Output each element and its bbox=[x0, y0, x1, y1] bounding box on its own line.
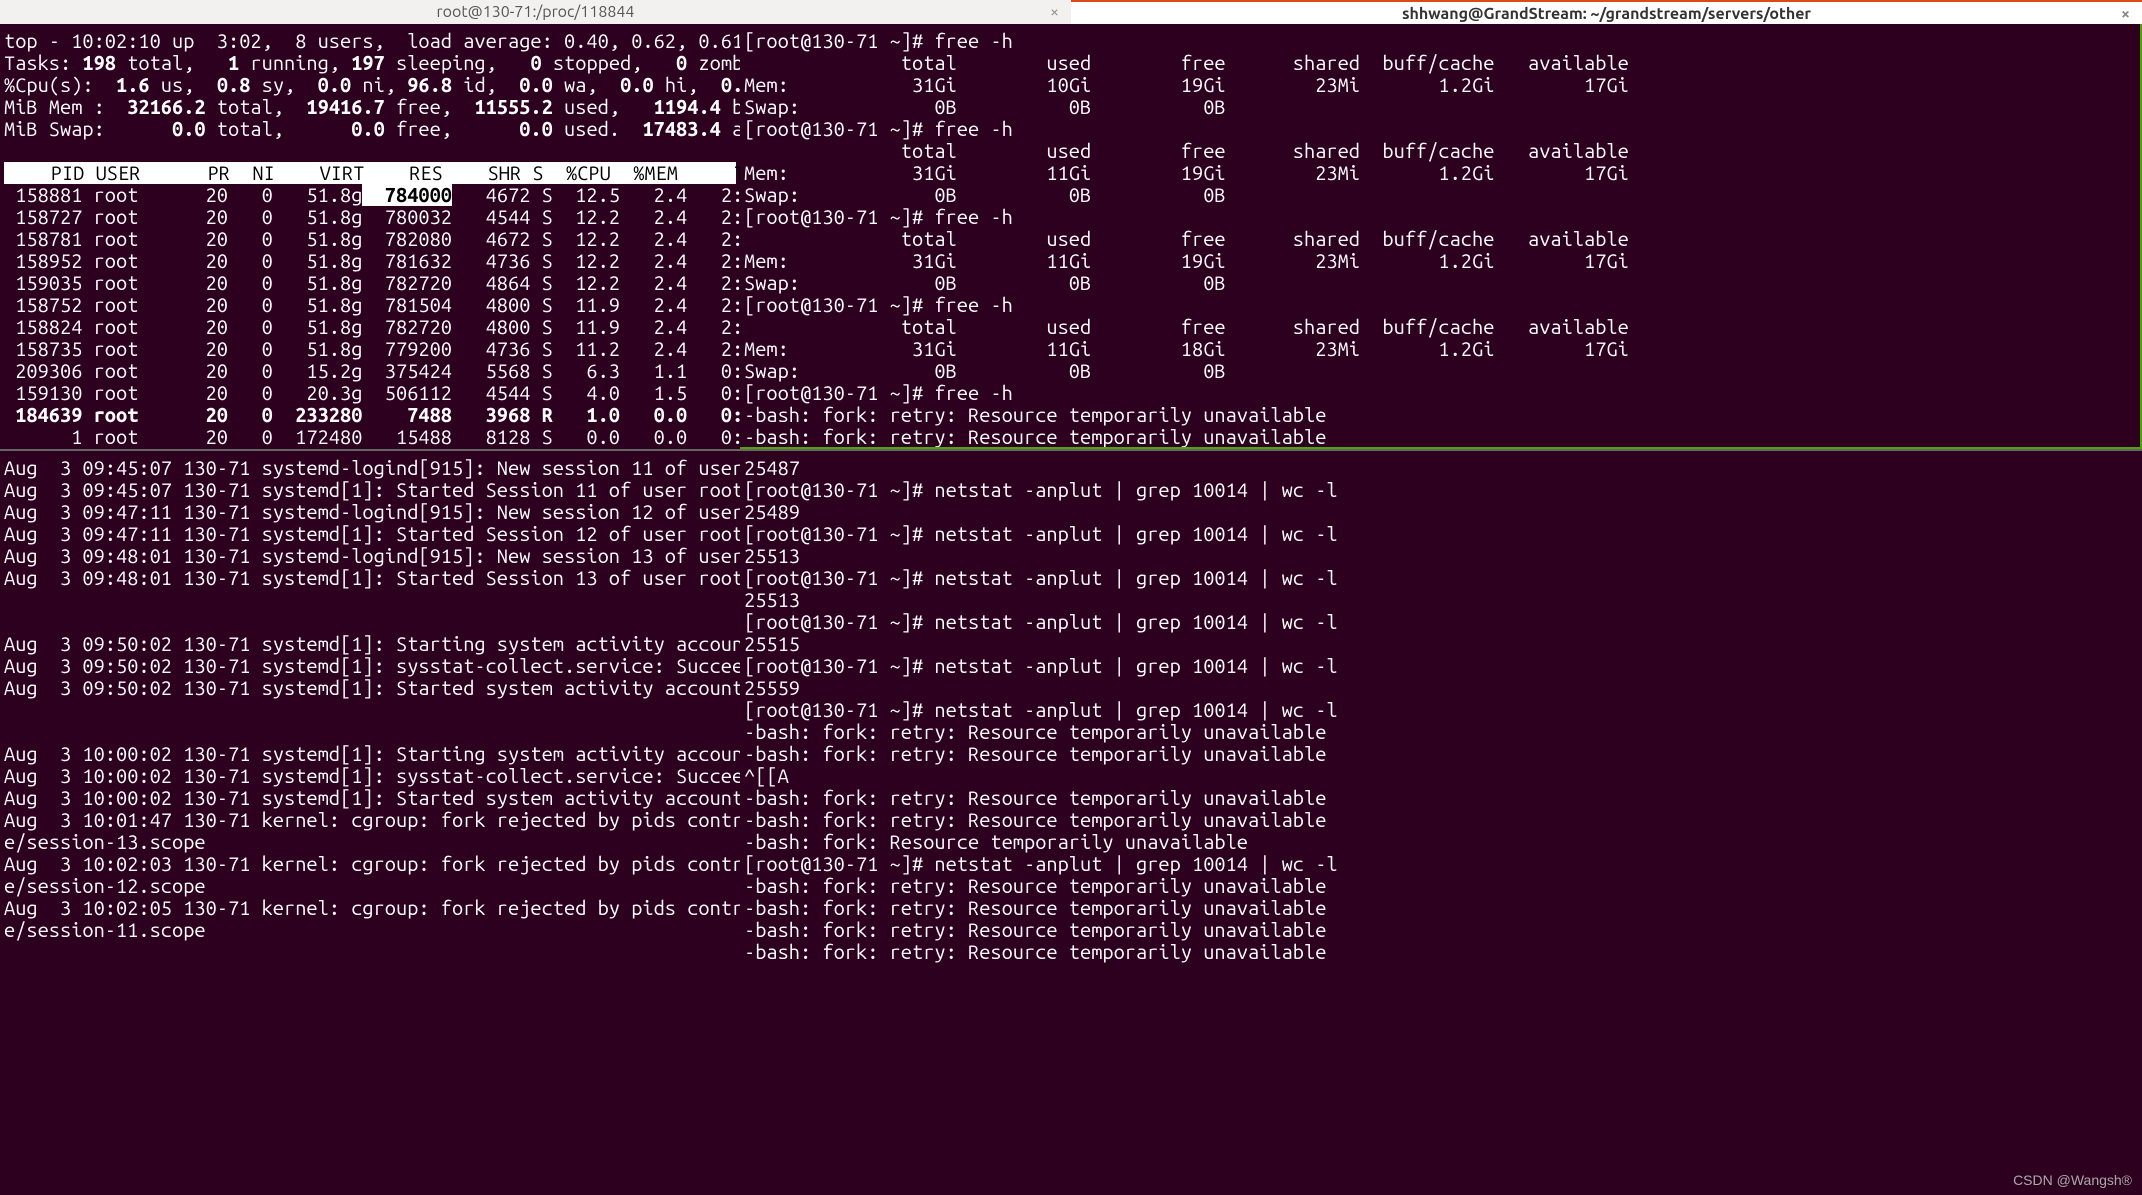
free-header: total used free shared buff/cache availa… bbox=[744, 52, 2136, 74]
log-line: e/session-11.scope bbox=[4, 919, 736, 941]
terminal-tab-2[interactable]: shhwang@GrandStream: ~/grandstream/serve… bbox=[1071, 0, 2142, 24]
pane-free[interactable]: [root@130-71 ~]# free -h total used free… bbox=[740, 24, 2142, 449]
free-mem: Mem: 31Gi 11Gi 18Gi 23Mi 1.2Gi 17Gi bbox=[744, 338, 2136, 360]
error-line: -bash: fork: Resource temporarily unavai… bbox=[744, 831, 2138, 853]
log-line: Aug 3 09:50:02 130-71 systemd[1]: Starte… bbox=[4, 677, 736, 699]
log-line: Aug 3 10:00:02 130-71 systemd[1]: Starti… bbox=[4, 743, 736, 765]
pane-top[interactable]: top - 10:02:10 up 3:02, 8 users, load av… bbox=[0, 24, 740, 449]
log-line: Aug 3 09:50:02 130-71 systemd[1]: syssta… bbox=[4, 655, 736, 677]
process-row[interactable]: 209306 root 20 0 15.2g 375424 5568 S 6.3… bbox=[4, 360, 736, 382]
shell-prompt: [root@130-71 ~]# netstat -anplut | grep … bbox=[744, 699, 2138, 721]
shell-prompt: [root@130-71 ~]# free -h bbox=[744, 30, 2136, 52]
log-line bbox=[4, 721, 736, 743]
shell-prompt: [root@130-71 ~]# free -h bbox=[744, 382, 2136, 404]
log-line: Aug 3 09:47:11 130-71 systemd-logind[915… bbox=[4, 501, 736, 523]
shell-prompt: [root@130-71 ~]# free -h bbox=[744, 206, 2136, 228]
error-line: -bash: fork: retry: Resource temporarily… bbox=[744, 404, 2136, 426]
error-line: -bash: fork: retry: Resource temporarily… bbox=[744, 875, 2138, 897]
error-line: -bash: fork: retry: Resource temporarily… bbox=[744, 743, 2138, 765]
log-line: Aug 3 09:50:02 130-71 systemd[1]: Starti… bbox=[4, 633, 736, 655]
error-line: -bash: fork: retry: Resource temporarily… bbox=[744, 919, 2138, 941]
log-line: e/session-13.scope bbox=[4, 831, 736, 853]
log-line: Aug 3 09:47:11 130-71 systemd[1]: Starte… bbox=[4, 523, 736, 545]
log-line bbox=[4, 589, 736, 611]
error-line: -bash: fork: retry: Resource temporarily… bbox=[744, 941, 2138, 963]
log-line bbox=[4, 699, 736, 721]
free-swap: Swap: 0B 0B 0B bbox=[744, 96, 2136, 118]
top-uptime: top - 10:02:10 up 3:02, 8 users, load av… bbox=[4, 30, 736, 52]
log-line: Aug 3 10:02:03 130-71 kernel: cgroup: fo… bbox=[4, 853, 736, 875]
free-swap: Swap: 0B 0B 0B bbox=[744, 360, 2136, 382]
shell-prompt: [root@130-71 ~]# netstat -anplut | grep … bbox=[744, 479, 2138, 501]
tab-bar: root@130-71:/proc/118844 × shhwang@Grand… bbox=[0, 0, 2142, 24]
terminal-tab-1[interactable]: root@130-71:/proc/118844 × bbox=[0, 0, 1071, 24]
top-cpu: %Cpu(s): 1.6 us, 0.8 sy, 0.0 ni, 96.8 id… bbox=[4, 74, 736, 96]
top-tasks: Tasks: 198 total, 1 running, 197 sleepin… bbox=[4, 52, 736, 74]
log-line bbox=[4, 611, 736, 633]
top-header: PID USER PR NI VIRT RES SHR S %CPU %MEM … bbox=[4, 162, 736, 184]
top-swap: MiB Swap: 0.0 total, 0.0 free, 0.0 used.… bbox=[4, 118, 736, 140]
tab-title: shhwang@GrandStream: ~/grandstream/serve… bbox=[1402, 5, 1811, 23]
process-row[interactable]: 159130 root 20 0 20.3g 506112 4544 S 4.0… bbox=[4, 382, 736, 404]
free-swap: Swap: 0B 0B 0B bbox=[744, 272, 2136, 294]
output-line: 25513 bbox=[744, 589, 2138, 611]
top-mem: MiB Mem : 32166.2 total, 19416.7 free, 1… bbox=[4, 96, 736, 118]
log-line: Aug 3 09:48:01 130-71 systemd-logind[915… bbox=[4, 545, 736, 567]
process-row[interactable]: 158781 root 20 0 51.8g 782080 4672 S 12.… bbox=[4, 228, 736, 250]
watermark: CSDN @Wangsh® bbox=[2013, 1169, 2132, 1191]
shell-prompt: [root@130-71 ~]# netstat -anplut | grep … bbox=[744, 523, 2138, 545]
output-line: 25489 bbox=[744, 501, 2138, 523]
log-line: Aug 3 10:02:05 130-71 kernel: cgroup: fo… bbox=[4, 897, 736, 919]
process-row[interactable]: 158752 root 20 0 51.8g 781504 4800 S 11.… bbox=[4, 294, 736, 316]
shell-prompt: [root@130-71 ~]# netstat -anplut | grep … bbox=[744, 567, 2138, 589]
tab-title: root@130-71:/proc/118844 bbox=[437, 3, 635, 21]
error-line: -bash: fork: retry: Resource temporarily… bbox=[744, 897, 2138, 919]
log-line: Aug 3 09:45:07 130-71 systemd[1]: Starte… bbox=[4, 479, 736, 501]
output-line: 25513 bbox=[744, 545, 2138, 567]
log-line: Aug 3 10:00:02 130-71 systemd[1]: Starte… bbox=[4, 787, 736, 809]
log-line: Aug 3 10:01:47 130-71 kernel: cgroup: fo… bbox=[4, 809, 736, 831]
process-row[interactable]: 158735 root 20 0 51.8g 779200 4736 S 11.… bbox=[4, 338, 736, 360]
output-line: 25487 bbox=[744, 457, 2138, 479]
shell-prompt: [root@130-71 ~]# free -h bbox=[744, 294, 2136, 316]
shell-prompt: [root@130-71 ~]# netstat -anplut | grep … bbox=[744, 655, 2138, 677]
process-row[interactable]: 159035 root 20 0 51.8g 782720 4864 S 12.… bbox=[4, 272, 736, 294]
free-mem: Mem: 31Gi 11Gi 19Gi 23Mi 1.2Gi 17Gi bbox=[744, 162, 2136, 184]
shell-prompt: [root@130-71 ~]# netstat -anplut | grep … bbox=[744, 853, 2138, 875]
shell-prompt: [root@130-71 ~]# netstat -anplut | grep … bbox=[744, 611, 2138, 633]
free-header: total used free shared buff/cache availa… bbox=[744, 316, 2136, 338]
free-header: total used free shared buff/cache availa… bbox=[744, 140, 2136, 162]
process-row[interactable]: 158727 root 20 0 51.8g 780032 4544 S 12.… bbox=[4, 206, 736, 228]
close-icon[interactable]: × bbox=[2121, 2, 2130, 26]
close-icon[interactable]: × bbox=[1050, 0, 1059, 24]
error-line: -bash: fork: retry: Resource temporarily… bbox=[744, 721, 2138, 743]
free-header: total used free shared buff/cache availa… bbox=[744, 228, 2136, 250]
free-mem: Mem: 31Gi 10Gi 19Gi 23Mi 1.2Gi 17Gi bbox=[744, 74, 2136, 96]
output-line: 25559 bbox=[744, 677, 2138, 699]
process-row[interactable]: 158881 root 20 0 51.8g 784000 4672 S 12.… bbox=[4, 184, 736, 206]
output-line: ^[[A bbox=[744, 765, 2138, 787]
pane-syslog[interactable]: Aug 3 09:45:07 130-71 systemd-logind[915… bbox=[0, 449, 740, 1195]
log-line: Aug 3 09:48:01 130-71 systemd[1]: Starte… bbox=[4, 567, 736, 589]
blank bbox=[4, 140, 736, 162]
process-row[interactable]: 184639 root 20 0 233280 7488 3968 R 1.0 … bbox=[4, 404, 736, 426]
output-line: 25515 bbox=[744, 633, 2138, 655]
process-row[interactable]: 1 root 20 0 172480 15488 8128 S 0.0 0.0 … bbox=[4, 426, 736, 448]
process-row[interactable]: 158824 root 20 0 51.8g 782720 4800 S 11.… bbox=[4, 316, 736, 338]
pane-netstat[interactable]: 25487[root@130-71 ~]# netstat -anplut | … bbox=[740, 449, 2142, 1195]
log-line: Aug 3 09:45:07 130-71 systemd-logind[915… bbox=[4, 457, 736, 479]
log-line: Aug 3 10:00:02 130-71 systemd[1]: syssta… bbox=[4, 765, 736, 787]
log-line: e/session-12.scope bbox=[4, 875, 736, 897]
shell-prompt: [root@130-71 ~]# free -h bbox=[744, 118, 2136, 140]
error-line: -bash: fork: retry: Resource temporarily… bbox=[744, 426, 2136, 448]
error-line: -bash: fork: retry: Resource temporarily… bbox=[744, 787, 2138, 809]
process-row[interactable]: 158952 root 20 0 51.8g 781632 4736 S 12.… bbox=[4, 250, 736, 272]
error-line: -bash: fork: retry: Resource temporarily… bbox=[744, 809, 2138, 831]
free-mem: Mem: 31Gi 11Gi 19Gi 23Mi 1.2Gi 17Gi bbox=[744, 250, 2136, 272]
free-swap: Swap: 0B 0B 0B bbox=[744, 184, 2136, 206]
